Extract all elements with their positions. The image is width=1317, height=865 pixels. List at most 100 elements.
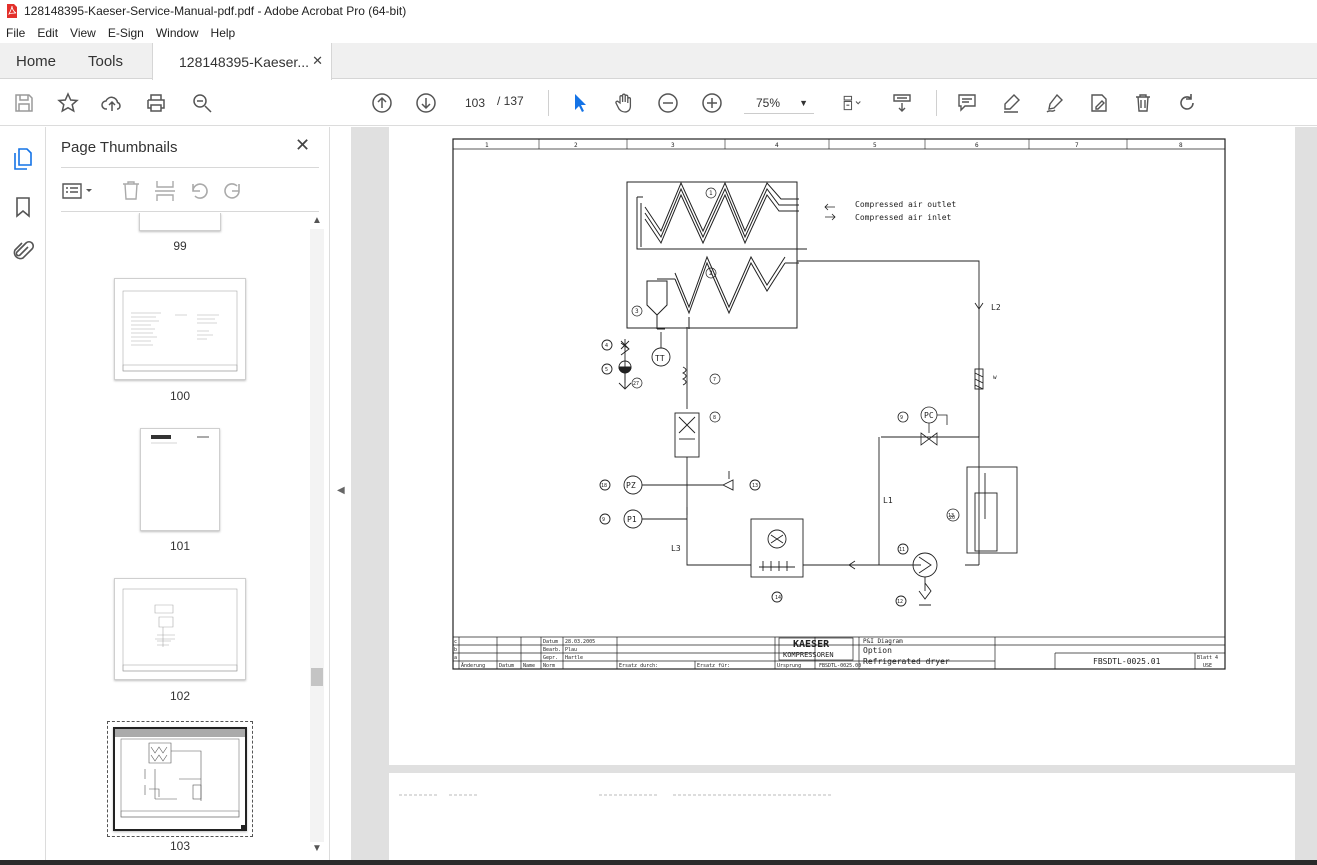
page-thumbnails-icon[interactable] [11, 147, 35, 171]
diagram-type: P&I Diagram [863, 638, 903, 645]
scroll-mode-icon[interactable] [890, 91, 914, 115]
column-number: 5 [873, 142, 877, 149]
line-label-l2: L2 [991, 303, 1001, 312]
replaced-by: Ersatz durch: [619, 663, 658, 669]
delete-page-icon[interactable] [119, 179, 143, 203]
instrument-pz: PZ [626, 481, 636, 490]
rotate-right-icon[interactable] [221, 179, 245, 203]
tab-home[interactable]: Home [16, 43, 56, 79]
callout: 13 [752, 483, 758, 489]
bookmark-star-icon[interactable] [56, 91, 80, 115]
page-thumbnails-panel: Page Thumbnails ✕ 99 100 101 102 103 ▲ ▼ [47, 127, 330, 860]
pdf-page-103: 1 2 3 4 5 6 7 8 1 2 3 Compressed air out… [389, 127, 1295, 765]
column-number: 2 [574, 142, 578, 149]
callout: 20 [949, 515, 955, 521]
zoom-level-dropdown[interactable]: 75% ▼ [744, 92, 814, 114]
zoom-in-icon[interactable] [700, 91, 724, 115]
thumbnail-resize-handle[interactable] [241, 825, 247, 831]
bookmarks-icon[interactable] [11, 195, 35, 219]
tab-bar: Home Tools 128148395-Kaeser... ✕ [0, 43, 1317, 80]
callout: 9 [900, 415, 903, 421]
thumbnail-page-99[interactable] [139, 213, 221, 231]
tab-document-label: 128148395-Kaeser... [179, 53, 309, 70]
menu-view[interactable]: View [64, 26, 102, 40]
callout: 2 [709, 270, 713, 277]
previous-page-icon[interactable] [370, 91, 394, 115]
thumbnail-scrollbar[interactable]: ▲ ▼ [310, 213, 324, 858]
callout: 11 [899, 547, 905, 553]
taskbar-strip [0, 860, 1317, 865]
drawing-number: FBSDTL-0025.01 [1093, 657, 1161, 666]
revision-col: Änderung [461, 662, 485, 669]
thumbnail-label: 102 [169, 689, 191, 703]
tab-document[interactable]: 128148395-Kaeser... ✕ [152, 43, 332, 80]
highlight-pen-icon[interactable] [999, 91, 1023, 115]
revision-col: Datum [499, 663, 514, 669]
drawn-value: Plau [565, 647, 577, 653]
thumbnail-label: 99 [173, 239, 187, 253]
chevron-down-icon: ▼ [799, 98, 808, 108]
next-page-icon[interactable] [414, 91, 438, 115]
comment-icon[interactable] [955, 91, 979, 115]
scrollbar-thumb[interactable] [311, 668, 323, 686]
outlet-label: Compressed air outlet [855, 200, 956, 209]
panel-collapse-strip[interactable]: ◀ [331, 127, 351, 860]
date-label: Datum [543, 639, 558, 645]
find-zoom-icon[interactable] [190, 91, 214, 115]
menu-esign[interactable]: E-Sign [102, 26, 150, 40]
rotate-left-icon[interactable] [187, 179, 211, 203]
sheet-number: Blatt 4 [1197, 655, 1218, 661]
date-value: 28.03.2005 [565, 639, 595, 645]
scroll-up-icon[interactable]: ▲ [312, 215, 322, 226]
document-view[interactable]: 1 2 3 4 5 6 7 8 1 2 3 Compressed air out… [351, 127, 1317, 860]
toolbar-divider [936, 90, 937, 116]
menu-help[interactable]: Help [205, 26, 242, 40]
select-cursor-icon[interactable] [568, 91, 592, 115]
callout: 27 [633, 381, 639, 387]
left-navigation-rail [0, 127, 46, 865]
insert-page-icon[interactable] [153, 179, 177, 203]
upload-cloud-icon[interactable] [100, 91, 124, 115]
menu-edit[interactable]: Edit [31, 26, 64, 40]
delete-trash-icon[interactable] [1131, 91, 1155, 115]
print-icon[interactable] [144, 91, 168, 115]
thumbnail-page-101[interactable] [140, 428, 220, 531]
callout: 9 [602, 517, 605, 523]
collapse-arrow-icon[interactable]: ◀ [337, 485, 345, 496]
scroll-down-icon[interactable]: ▼ [312, 843, 322, 854]
close-panel-icon[interactable]: ✕ [295, 135, 310, 156]
instrument-p1: P1 [627, 515, 637, 524]
instrument-tt: TT [655, 354, 665, 363]
thumbnail-label: 100 [169, 389, 191, 403]
page-fit-icon[interactable] [836, 91, 870, 115]
panel-divider [61, 211, 319, 212]
origin-label: Ursprung [777, 663, 801, 669]
fill-sign-icon[interactable] [1043, 91, 1067, 115]
close-tab-icon[interactable]: ✕ [312, 53, 323, 69]
tab-tools[interactable]: Tools [88, 43, 123, 79]
page-number-input[interactable]: 103 [456, 92, 494, 114]
edit-pdf-icon[interactable] [1087, 91, 1111, 115]
thumbnail-page-103[interactable] [113, 727, 247, 831]
thumbnail-page-100[interactable] [114, 278, 246, 380]
scrollbar-track[interactable] [310, 229, 324, 842]
thumbnail-list: 99 100 101 102 103 [61, 213, 311, 858]
revision-row-mark: c [454, 639, 457, 645]
brand-name: KAESER [793, 639, 830, 650]
menu-window[interactable]: Window [150, 26, 205, 40]
drawn-label: Bearb. [543, 647, 561, 653]
attachments-paperclip-icon[interactable] [11, 239, 35, 263]
rotate-icon[interactable] [1175, 91, 1199, 115]
save-icon[interactable] [12, 91, 36, 115]
menu-file[interactable]: File [0, 26, 31, 40]
zoom-out-icon[interactable] [656, 91, 680, 115]
thumbnail-options-icon[interactable] [61, 179, 95, 203]
thumbnail-page-102[interactable] [114, 578, 246, 680]
callout: 4 [605, 343, 608, 349]
revision-col: Name [523, 663, 535, 669]
callout: 18 [601, 483, 607, 489]
hand-tool-icon[interactable] [612, 91, 636, 115]
callout: 3 [635, 308, 639, 315]
column-number: 3 [671, 142, 675, 149]
origin-value: FBSDTL-0025.00 [819, 663, 861, 669]
